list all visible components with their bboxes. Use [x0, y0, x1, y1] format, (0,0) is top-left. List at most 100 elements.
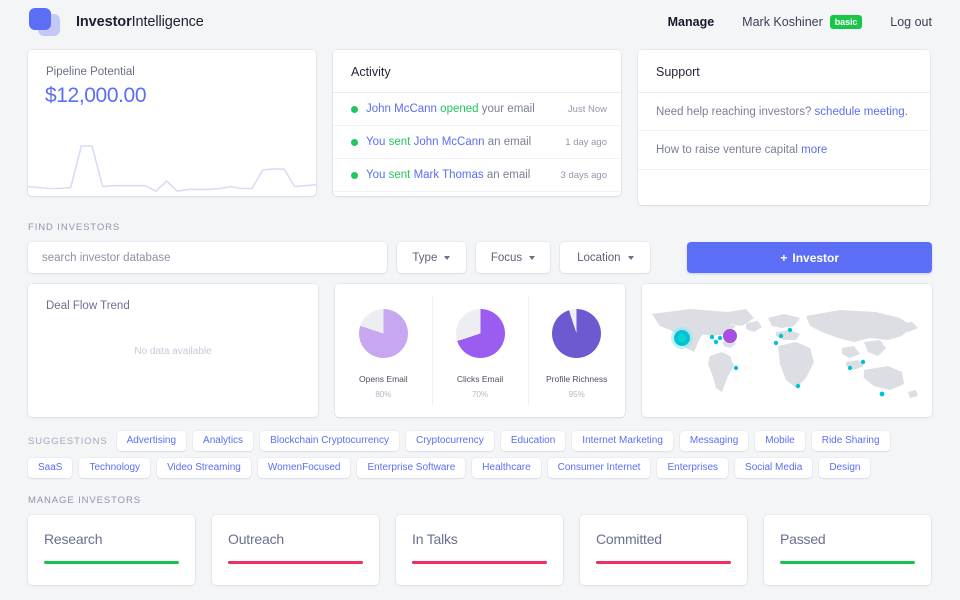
activity-text: You sent John McCann an email	[366, 136, 532, 148]
kanban-column-bar	[780, 561, 915, 564]
suggestion-tag[interactable]: WomenFocused	[257, 458, 351, 478]
filter-location-label: Location	[577, 251, 621, 264]
add-investor-label: Investor	[792, 250, 840, 265]
deal-flow-trend-card: Deal Flow Trend No data available	[28, 284, 318, 417]
suggestions-label: Suggestions	[28, 436, 108, 447]
suggestion-tag[interactable]: Analytics	[193, 431, 254, 451]
filter-focus-dropdown[interactable]: Focus	[475, 242, 551, 273]
filter-type-label: Type	[412, 251, 438, 264]
suggestion-tag[interactable]: Cryptocurrency	[406, 431, 494, 451]
suggestions-row: Suggestions Advertising Analytics Blockcha…	[0, 431, 960, 478]
kanban-column[interactable]: Research	[28, 515, 195, 585]
pie-percent: 95%	[568, 389, 585, 399]
suggestion-tag[interactable]: Internet Marketing	[572, 431, 673, 451]
kanban-column[interactable]: Outreach	[212, 515, 379, 585]
user-name: Mark Koshiner	[742, 15, 823, 29]
chevron-down-icon	[444, 255, 451, 260]
activity-timestamp: 1 day ago	[565, 136, 607, 148]
pie-metric: Profile Richness 95%	[528, 284, 625, 417]
map-marker	[847, 365, 853, 371]
kanban-column-title: Outreach	[228, 531, 284, 547]
add-investor-button[interactable]: + Investor	[687, 242, 933, 273]
kanban-column-title: Research	[44, 531, 103, 547]
support-card: Support Need help reaching investors? sc…	[638, 50, 930, 205]
support-link[interactable]: schedule meeting	[815, 106, 905, 118]
nav-manage[interactable]: Manage	[668, 15, 715, 29]
suggestion-tag[interactable]: Blockchain Cryptocurrency	[260, 431, 399, 451]
activity-item[interactable]: John McCann opened your email Just Now	[333, 93, 621, 126]
kanban-column[interactable]: In Talks	[396, 515, 563, 585]
kanban-column[interactable]: Passed	[764, 515, 931, 585]
pie-percent: 70%	[472, 389, 489, 399]
pie-label: Opens Email	[359, 373, 408, 384]
suggestion-tag[interactable]: Enterprise Software	[357, 458, 466, 478]
map-marker	[713, 339, 719, 345]
pipeline-potential-card: Pipeline Potential $12,000.00	[28, 50, 316, 196]
top-cards-row: Pipeline Potential $12,000.00 Activity J…	[0, 50, 960, 205]
support-text: Need help reaching investors? schedule m…	[656, 106, 908, 118]
brand-name: InvestorIntelligence	[76, 14, 204, 30]
map-marker-cluster-east	[723, 329, 737, 343]
activity-text: John McCann opened your email	[366, 103, 535, 115]
brand[interactable]: InvestorIntelligence	[28, 8, 204, 36]
map-marker	[795, 383, 801, 389]
find-investors-bar: Type Focus Location + Investor	[0, 242, 960, 273]
support-item[interactable]: How to raise venture capital more	[638, 131, 930, 170]
filter-type-dropdown[interactable]: Type	[397, 242, 466, 273]
engagement-pies-card: Opens Email 80% Clicks Email 70% Profile Ric…	[335, 284, 625, 417]
map-marker	[773, 340, 779, 346]
suggestion-tag[interactable]: Design	[819, 458, 871, 478]
plan-badge: basic	[829, 14, 863, 30]
map-marker	[860, 359, 866, 365]
status-dot-icon	[351, 171, 358, 179]
pie-label: Clicks Email	[456, 373, 504, 384]
brand-name-light: Intelligence	[131, 14, 204, 30]
chevron-down-icon	[627, 255, 634, 260]
suggestion-tag[interactable]: Enterprises	[657, 458, 729, 478]
world-map-landmasses	[652, 309, 918, 398]
kanban-column-title: Passed	[780, 531, 826, 547]
app-root: InvestorIntelligence Manage Mark Koshine…	[0, 0, 960, 600]
chevron-down-icon	[529, 255, 536, 260]
map-marker	[717, 335, 723, 341]
suggestion-tag[interactable]: Education	[500, 431, 566, 451]
pie-metric: Clicks Email 70%	[431, 284, 529, 417]
activity-title: Activity	[333, 50, 621, 93]
support-link[interactable]: more	[801, 144, 827, 156]
map-marker	[709, 334, 715, 340]
suggestion-tag[interactable]: Technology	[79, 458, 151, 478]
world-map	[652, 309, 918, 398]
manage-investors-label: Manage Investors	[28, 495, 141, 506]
logout-link[interactable]: Log out	[890, 15, 932, 29]
kanban-column-bar	[412, 561, 547, 564]
suggestion-tag[interactable]: SaaS	[28, 458, 73, 478]
filter-location-dropdown[interactable]: Location	[560, 242, 651, 273]
kanban-column-bar	[44, 561, 179, 564]
suggestion-tag[interactable]: Mobile	[755, 431, 805, 451]
support-title: Support	[638, 50, 930, 93]
support-item[interactable]: Need help reaching investors? schedule m…	[638, 93, 930, 132]
kanban-column-title: Committed	[596, 531, 662, 547]
logo-icon	[28, 8, 62, 36]
suggestion-tag[interactable]: Advertising	[116, 431, 187, 451]
suggestion-tag[interactable]: Ride Sharing	[811, 431, 890, 451]
suggestion-tag[interactable]: Healthcare	[472, 458, 541, 478]
map-marker	[787, 327, 793, 333]
kanban-column[interactable]: Committed	[580, 515, 747, 585]
activity-item[interactable]: You sent John McCann an email 1 day ago	[333, 126, 621, 159]
suggestion-tag[interactable]: Video Streaming	[157, 458, 251, 478]
search-input[interactable]	[28, 242, 388, 273]
support-list: Need help reaching investors? schedule m…	[638, 93, 930, 170]
activity-card: Activity John McCann opened your email Ju…	[333, 50, 621, 196]
suggestion-tag[interactable]: Messaging	[679, 431, 749, 451]
analytics-row: Deal Flow Trend No data available Opens …	[0, 284, 960, 417]
suggestion-tag[interactable]: Social Media	[735, 458, 813, 478]
top-header: InvestorIntelligence Manage Mark Koshine…	[0, 0, 960, 44]
pipeline-sparkline-chart	[28, 145, 316, 193]
user-menu[interactable]: Mark Koshiner basic	[742, 14, 863, 30]
map-marker	[733, 365, 739, 371]
deal-flow-title: Deal Flow Trend	[46, 300, 130, 312]
map-marker	[778, 333, 784, 339]
activity-item[interactable]: You sent Mark Thomas an email 3 days ago	[333, 159, 621, 192]
suggestion-tag[interactable]: Consumer Internet	[547, 458, 651, 478]
